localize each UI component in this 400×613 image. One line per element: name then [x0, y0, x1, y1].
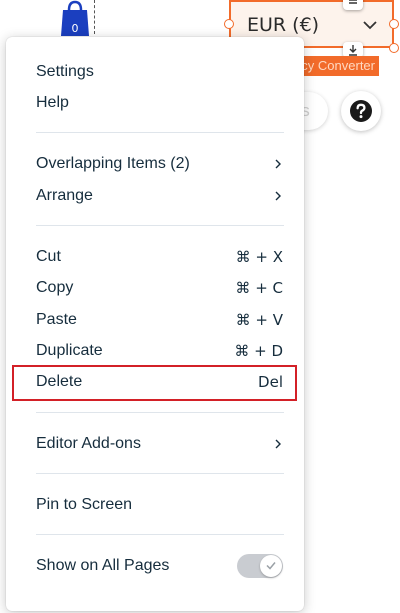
chevron-right-icon — [275, 159, 281, 169]
show-on-all-pages-toggle[interactable] — [237, 554, 283, 578]
menu-item-cut[interactable]: Cut ⌘ + X — [12, 242, 296, 272]
help-button[interactable] — [341, 91, 381, 131]
arrow-down-icon — [349, 45, 357, 56]
menu-divider — [36, 132, 284, 133]
menu-item-overlapping-items[interactable]: Overlapping Items (2) — [12, 149, 296, 179]
menu-item-label: Help — [36, 94, 69, 111]
shortcut-delete: Del — [258, 373, 283, 391]
stretch-button[interactable] — [343, 0, 363, 10]
check-icon — [266, 562, 276, 570]
menu-divider — [36, 412, 284, 413]
menu-item-delete[interactable]: Delete Del — [12, 367, 296, 397]
menu-item-label: Duplicate — [36, 342, 103, 359]
currency-value: EUR (€) — [247, 14, 320, 36]
menu-item-help[interactable]: Help — [12, 88, 296, 118]
chevron-right-icon — [275, 439, 281, 449]
menu-item-label: Arrange — [36, 187, 93, 204]
menu-item-label: Paste — [36, 311, 77, 328]
menu-item-settings[interactable]: Settings — [12, 57, 296, 87]
cart-widget[interactable]: 0 — [55, 0, 95, 36]
context-menu: Settings Help Overlapping Items (2) Arra… — [6, 37, 304, 611]
menu-item-arrange[interactable]: Arrange — [12, 181, 296, 211]
toggle-knob — [260, 555, 282, 577]
shortcut-copy: ⌘ + C — [235, 279, 283, 297]
chevron-right-icon — [275, 191, 281, 201]
menu-item-editor-add-ons[interactable]: Editor Add-ons — [12, 429, 296, 459]
chevron-down-icon — [363, 21, 377, 30]
menu-divider — [36, 225, 284, 226]
menu-divider — [36, 473, 284, 474]
shortcut-duplicate: ⌘ + D — [234, 342, 283, 360]
menu-item-duplicate[interactable]: Duplicate ⌘ + D — [12, 336, 296, 366]
menu-item-label: Settings — [36, 63, 94, 80]
menu-item-label: Copy — [36, 279, 74, 296]
resize-handle-bottom-right[interactable] — [389, 43, 399, 53]
question-icon — [350, 100, 372, 122]
menu-item-copy[interactable]: Copy ⌘ + C — [12, 273, 296, 303]
resize-handle-right[interactable] — [389, 19, 399, 29]
menu-item-label: Show on All Pages — [36, 557, 170, 574]
menu-item-label: Editor Add-ons — [36, 435, 141, 452]
menu-item-label: Cut — [36, 248, 61, 265]
menu-item-label: Delete — [36, 373, 83, 390]
shortcut-paste: ⌘ + V — [235, 311, 283, 329]
menu-item-label: Overlapping Items (2) — [36, 155, 190, 172]
resize-handle-left[interactable] — [224, 19, 234, 29]
cart-count: 0 — [71, 22, 79, 35]
menu-item-label: Pin to Screen — [36, 496, 133, 513]
guide-line — [94, 0, 95, 34]
menu-item-pin-to-screen[interactable]: Pin to Screen — [12, 490, 296, 520]
menu-item-show-on-all-pages[interactable]: Show on All Pages — [12, 551, 296, 581]
menu-item-paste[interactable]: Paste ⌘ + V — [12, 305, 296, 335]
menu-divider — [36, 534, 284, 535]
stretch-icon — [349, 0, 357, 4]
shortcut-cut: ⌘ + X — [235, 248, 283, 266]
